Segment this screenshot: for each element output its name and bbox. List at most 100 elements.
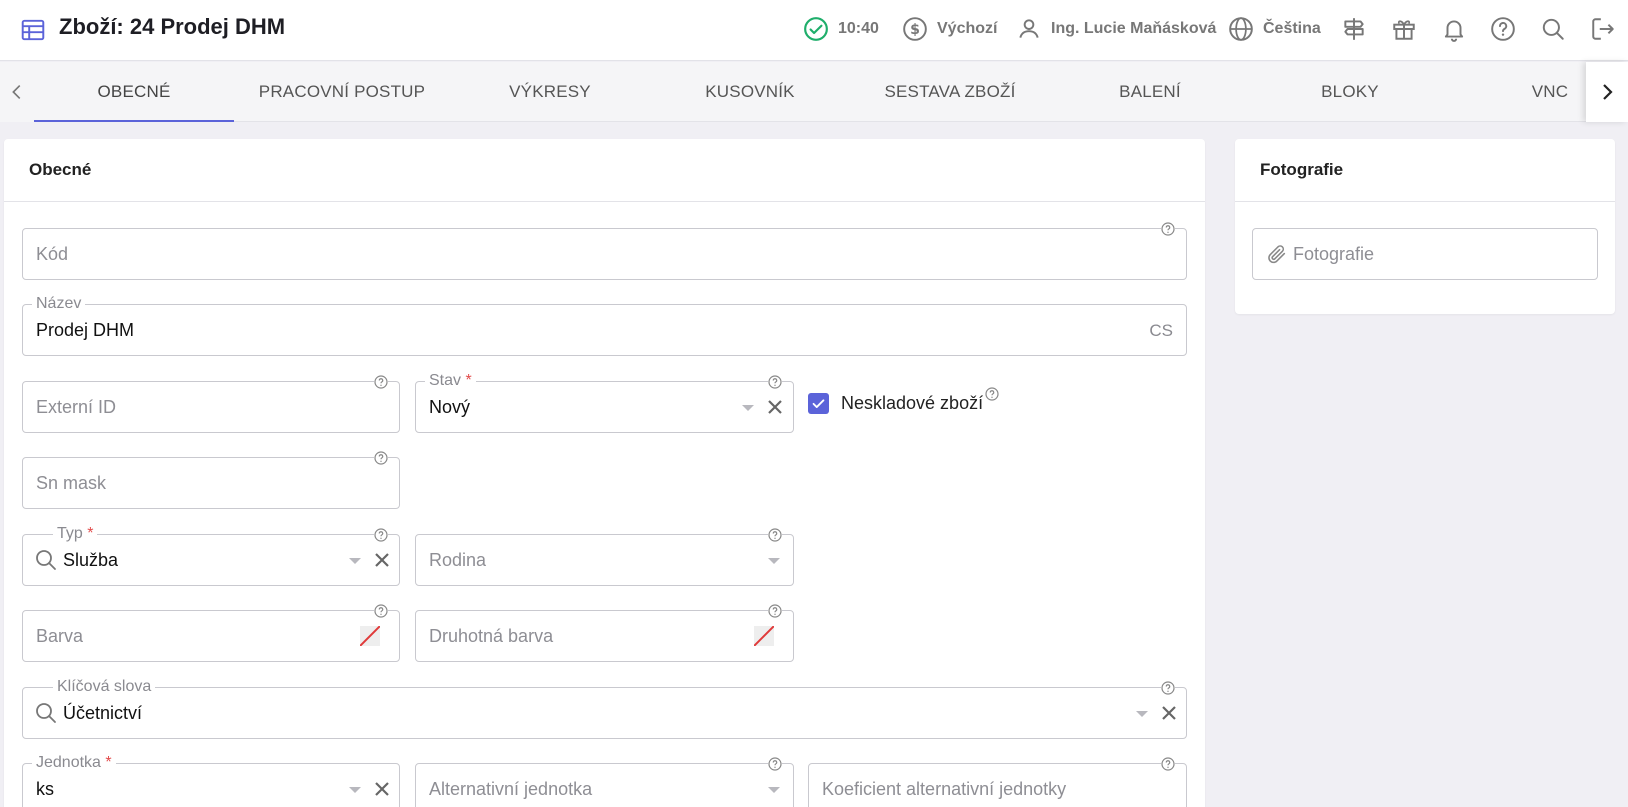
logout-icon [1590, 16, 1616, 42]
help-icon[interactable] [1161, 222, 1175, 236]
table-icon [20, 17, 46, 43]
dollar-circle-icon: $ [902, 16, 928, 42]
type-value: Služba [63, 550, 119, 570]
caret-down-icon[interactable] [768, 558, 780, 564]
alt-unit-placeholder: Alternativní jednotka [429, 779, 593, 799]
page-title: Zboží: 24 Prodej DHM [59, 14, 286, 39]
caret-down-icon[interactable] [1136, 711, 1148, 717]
help-icon[interactable] [374, 451, 388, 465]
help-icon[interactable] [768, 604, 782, 618]
signpost-icon [1341, 16, 1367, 42]
caret-down-icon[interactable] [742, 405, 754, 411]
time-label: 10:40 [838, 20, 879, 37]
tab-pracovni-postup[interactable]: PRACOVNÍ POSTUP [234, 62, 450, 122]
help-icon[interactable] [768, 757, 782, 771]
help-icon[interactable] [374, 375, 388, 389]
keywords-value: Účetnictví [63, 703, 143, 723]
alt-unit-coefficient-field[interactable]: Koeficient alternativní jednotky [808, 757, 1187, 807]
non-stock-checkbox[interactable]: Neskladové zboží [808, 393, 983, 414]
name-field[interactable]: Název Prodej DHM CS [22, 294, 1187, 356]
help-icon[interactable] [374, 528, 388, 542]
non-stock-label: Neskladové zboží [841, 393, 984, 413]
tabs-scroll-left-button[interactable] [0, 62, 34, 122]
keywords-select[interactable]: Klíčová slova Účetnictví [22, 677, 1187, 739]
alt-unit-select[interactable]: Alternativní jednotka [415, 757, 794, 807]
chevron-left-icon [12, 84, 21, 100]
language-label: Čeština [1263, 20, 1321, 37]
notifications-button[interactable] [1441, 14, 1467, 44]
family-select[interactable]: Rodina [415, 528, 794, 586]
close-icon[interactable] [372, 779, 392, 799]
tab-sestava-zbozi[interactable]: SESTAVA ZBOŽÍ [850, 62, 1050, 122]
sn-mask-placeholder: Sn mask [36, 473, 107, 493]
language-selector[interactable]: Čeština [1228, 14, 1321, 44]
close-icon[interactable] [765, 397, 785, 417]
caret-down-icon[interactable] [349, 558, 361, 564]
color-swatch-icon[interactable] [360, 626, 380, 646]
color-swatch-icon[interactable] [754, 626, 774, 646]
user-menu[interactable]: Ing. Lucie Maňásková [1016, 14, 1216, 44]
external-id-placeholder: Externí ID [36, 397, 117, 417]
tabs-scroll-right-button[interactable] [1586, 62, 1628, 122]
tab-obecne[interactable]: OBECNÉ [34, 62, 234, 122]
caret-down-icon[interactable] [768, 787, 780, 793]
tab-vnc[interactable]: VNC [1500, 62, 1600, 122]
search-icon [34, 548, 58, 572]
secondary-color-placeholder: Druhotná barva [429, 626, 554, 646]
help-icon[interactable] [768, 375, 782, 389]
sn-mask-field[interactable]: Sn mask [22, 451, 400, 509]
gift-icon [1391, 16, 1417, 42]
photo-upload-field[interactable]: Fotografie [1252, 228, 1598, 280]
photos-card-title: Fotografie [1235, 139, 1615, 202]
name-value: Prodej DHM [36, 320, 135, 340]
help-button[interactable] [1490, 14, 1516, 44]
globe-icon [1228, 16, 1254, 42]
search-icon [34, 701, 58, 725]
signpost-button[interactable] [1341, 14, 1367, 44]
check-circle-icon [803, 16, 829, 42]
close-icon[interactable] [1159, 703, 1179, 723]
unit-select[interactable]: Jednotka * ks [22, 753, 400, 807]
search-button[interactable] [1540, 14, 1566, 44]
help-icon[interactable] [1161, 681, 1175, 695]
bell-icon [1441, 16, 1467, 42]
help-icon[interactable] [768, 528, 782, 542]
status-select[interactable]: Stav * Nový [415, 371, 794, 433]
status-label: Stav * [425, 371, 476, 391]
tab-baleni[interactable]: BALENÍ [1050, 62, 1250, 122]
code-field[interactable]: Kód [22, 222, 1187, 280]
tab-kusovnik[interactable]: KUSOVNÍK [650, 62, 850, 122]
color-field[interactable]: Barva [22, 604, 400, 662]
user-icon [1016, 16, 1042, 42]
help-icon[interactable] [374, 604, 388, 618]
general-card-title: Obecné [4, 139, 1205, 202]
help-icon[interactable] [1161, 757, 1175, 771]
type-select[interactable]: Typ * Služba [22, 524, 400, 586]
close-icon[interactable] [372, 550, 392, 570]
gift-button[interactable] [1391, 14, 1417, 44]
caret-down-icon[interactable] [349, 787, 361, 793]
help-circle-icon [1490, 16, 1516, 42]
help-icon[interactable] [985, 387, 999, 401]
language-code[interactable]: CS [1149, 321, 1173, 341]
top-bar: Zboží: 24 Prodej DHM 10:40 $ Výchozí Ing… [0, 0, 1628, 61]
checkbox-checked-icon[interactable] [808, 393, 829, 414]
secondary-color-field[interactable]: Druhotná barva [415, 604, 794, 662]
code-placeholder: Kód [36, 244, 69, 264]
user-name: Ing. Lucie Maňásková [1051, 20, 1217, 37]
currency-selector[interactable]: $ Výchozí [902, 14, 997, 44]
tab-bloky[interactable]: BLOKY [1250, 62, 1450, 122]
logout-button[interactable] [1590, 14, 1616, 44]
type-label: Typ * [53, 524, 98, 544]
sync-status[interactable]: 10:40 [803, 14, 879, 44]
tab-vykresy[interactable]: VÝKRESY [450, 62, 650, 122]
svg-text:$: $ [910, 22, 920, 38]
tab-bar: OBECNÉ PRACOVNÍ POSTUP VÝKRESY KUSOVNÍK … [0, 62, 1628, 122]
photo-placeholder: Fotografie [1293, 244, 1375, 264]
unit-label: Jednotka * [32, 753, 116, 773]
keywords-label: Klíčová slova [53, 677, 156, 697]
chevron-right-icon [1603, 84, 1613, 100]
external-id-field[interactable]: Externí ID [22, 375, 400, 433]
name-label: Název [32, 294, 86, 314]
coefficient-placeholder: Koeficient alternativní jednotky [822, 779, 1067, 799]
